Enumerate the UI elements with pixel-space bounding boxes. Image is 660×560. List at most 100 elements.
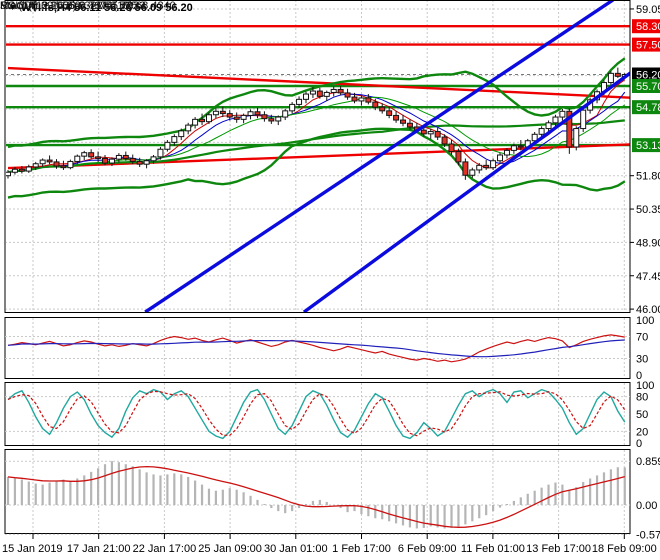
stoch-tick-label: 20	[636, 426, 648, 438]
candle-body	[427, 131, 434, 135]
candle-body	[199, 118, 206, 123]
price-badge-label: 58.30	[636, 21, 660, 33]
time-label: 11 Feb 01:00	[461, 543, 525, 555]
price-badge-label: 54.78	[636, 102, 660, 114]
candle-body	[212, 110, 219, 116]
candle-body	[296, 98, 303, 105]
candle-body	[538, 128, 545, 135]
candle-body	[510, 145, 517, 151]
macd-tick-label: 0.859	[636, 456, 660, 468]
candle-body	[441, 136, 448, 145]
candle-body	[469, 169, 476, 176]
candle-body	[379, 106, 386, 112]
time-label: 30 Jan 01:00	[264, 543, 328, 555]
candle-body	[517, 145, 524, 148]
stoch-tick-label: 80	[636, 392, 648, 404]
candle-body	[39, 159, 46, 165]
chart-canvas[interactable]: 59.0551.8050.3548.9047.4546.0058.3057.50…	[0, 0, 660, 560]
time-label: 1 Feb 17:00	[332, 543, 391, 555]
candle-body	[192, 118, 199, 126]
time-label: 25 Jan 09:00	[198, 543, 262, 555]
candle-body	[545, 122, 552, 130]
candle-body	[337, 88, 344, 94]
candle-body	[490, 160, 497, 169]
price-badge-label: 57.50	[636, 40, 660, 52]
candle-body	[150, 156, 157, 162]
candle-body	[185, 124, 192, 132]
candle-body	[607, 72, 614, 84]
macd-tick-label: 0.00	[636, 500, 657, 512]
candle-body	[309, 90, 316, 95]
candle-body	[476, 164, 483, 171]
candle-body	[580, 109, 587, 130]
candle-body	[552, 116, 559, 124]
candle-body	[448, 143, 455, 153]
candle-body	[53, 161, 60, 167]
y-tick-label: 48.90	[636, 237, 660, 249]
candle-body	[88, 152, 95, 158]
candle-body	[67, 160, 74, 169]
candle-body	[171, 136, 178, 143]
y-tick-label: 47.45	[636, 271, 660, 283]
y-tick-label: 50.35	[636, 204, 660, 216]
candle-body	[503, 149, 510, 156]
candle-body	[60, 165, 67, 169]
candle-body	[136, 160, 143, 165]
candle-body	[205, 114, 212, 123]
candle-body	[365, 97, 372, 103]
candle-body	[386, 110, 393, 116]
candle-body	[115, 154, 122, 160]
candle-body	[393, 114, 400, 121]
candle-body	[289, 103, 296, 112]
candle-body	[573, 128, 580, 148]
candle-body	[143, 160, 150, 165]
candle-body	[275, 116, 282, 122]
candle-body	[614, 72, 621, 77]
candle-body	[455, 151, 462, 163]
candle-body	[157, 148, 164, 158]
candle-body	[108, 158, 115, 164]
candle-body	[18, 168, 25, 172]
candle-body	[219, 110, 226, 115]
candle-body	[372, 101, 379, 108]
candle-body	[11, 168, 18, 173]
candle-body	[32, 163, 39, 168]
candle-body	[323, 91, 330, 97]
time-label: 6 Feb 09:00	[398, 543, 457, 555]
candle-body	[122, 154, 129, 159]
price-badge-label: 55.70	[636, 81, 660, 93]
trading-chart-window: 59.0551.8050.3548.9047.4546.0058.3057.50…	[0, 0, 660, 560]
candle-body	[261, 114, 268, 120]
rsi-tick-label: 100	[636, 315, 654, 327]
time-label: 13 Feb 17:00	[526, 543, 591, 555]
candle-body	[400, 119, 407, 124]
y-tick-label: 59.05	[636, 4, 660, 16]
candle-body	[316, 90, 323, 97]
candle-body	[240, 114, 247, 120]
time-label: 17 Jan 21:00	[67, 543, 131, 555]
candle-body	[462, 161, 469, 176]
candle-body	[81, 152, 88, 157]
candle-body	[102, 157, 109, 164]
time-label: 15 Jan 2019	[2, 543, 63, 555]
candle-body	[344, 92, 351, 98]
candle-body	[129, 157, 136, 162]
candle-body	[226, 113, 233, 118]
candle-body	[46, 159, 53, 163]
candle-body	[302, 93, 309, 100]
candle-body	[330, 88, 337, 93]
macd-tick-label: -0.575	[636, 529, 660, 541]
candle-body	[497, 154, 504, 162]
candle-body	[406, 122, 413, 128]
candle-body	[434, 131, 441, 138]
candle-body	[95, 156, 102, 159]
candle-body	[74, 155, 81, 162]
y-tick-label: 51.80	[636, 171, 660, 183]
candle-body	[254, 111, 261, 116]
candle-body	[25, 166, 32, 172]
candle-body	[247, 111, 254, 116]
candle-body	[358, 97, 365, 102]
candle-body	[351, 96, 358, 102]
stoch-tick-label: 50	[636, 409, 648, 421]
candle-body	[483, 164, 490, 169]
